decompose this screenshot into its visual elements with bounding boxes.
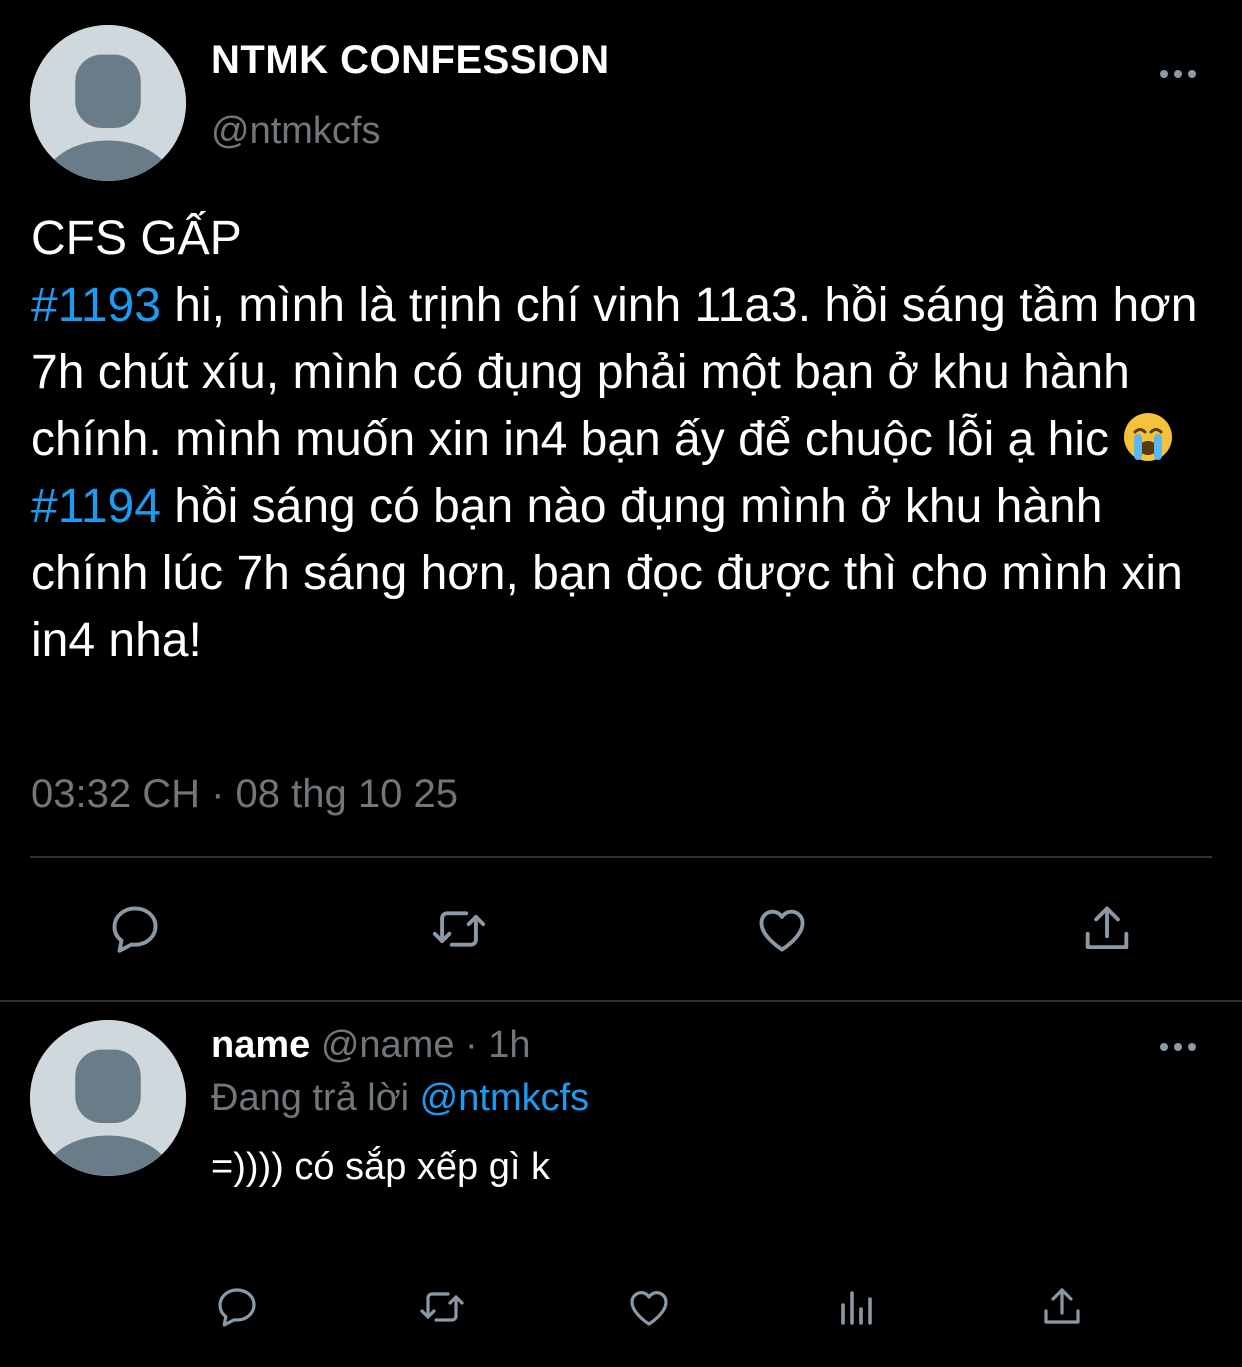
- retweet-icon: [432, 911, 486, 947]
- retweet-button[interactable]: [416, 1281, 468, 1333]
- reply-author-avatar[interactable]: [30, 1020, 186, 1176]
- replying-to-handle[interactable]: @ntmkcfs: [420, 1077, 589, 1119]
- reply-author-handle[interactable]: @name: [321, 1024, 455, 1066]
- divider: [30, 856, 1212, 858]
- reply-author-name[interactable]: name: [211, 1024, 310, 1066]
- author-avatar[interactable]: [30, 25, 186, 181]
- like-button[interactable]: [752, 899, 812, 959]
- reply-button[interactable]: [105, 899, 165, 959]
- author-name[interactable]: NTMK CONFESSION: [211, 38, 610, 83]
- share-button[interactable]: [1036, 1281, 1088, 1333]
- reply-icon: [112, 906, 158, 953]
- replying-to-label: Đang trả lời: [211, 1077, 420, 1119]
- tweet-title-line: CFS GẤP: [31, 212, 242, 265]
- post-1193: #1193 hi, mình là trịnh chí vinh 11a3. h…: [31, 272, 1221, 473]
- separator: ·: [454, 1024, 489, 1066]
- reply-time[interactable]: 1h: [488, 1024, 530, 1066]
- analytics-button[interactable]: [831, 1281, 883, 1333]
- default-avatar-icon: [30, 1020, 186, 1176]
- reply-text: =)))) có sắp xếp gì k: [211, 1146, 550, 1188]
- loudly-crying-face-icon: [1122, 411, 1174, 463]
- post-1194: #1194 hồi sáng có bạn nào đụng mình ở kh…: [31, 473, 1221, 674]
- post-text: hồi sáng có bạn nào đụng mình ở khu hành…: [31, 480, 1183, 667]
- reply-button[interactable]: [211, 1281, 263, 1333]
- more-options-icon[interactable]: [1160, 70, 1196, 78]
- reply-icon: [218, 1288, 256, 1327]
- share-button[interactable]: [1077, 899, 1137, 959]
- hashtag-link[interactable]: #1193: [31, 279, 161, 332]
- reply-header: name @name · 1h: [211, 1024, 531, 1067]
- replying-to: Đang trả lời @ntmkcfs: [211, 1077, 589, 1120]
- retweet-button[interactable]: [429, 899, 489, 959]
- hashtag-link[interactable]: #1194: [31, 480, 161, 533]
- share-icon: [1044, 1288, 1080, 1324]
- post-text: hi, mình là trịnh chí vinh 11a3. hồi sán…: [31, 279, 1198, 466]
- retweet-icon: [420, 1292, 464, 1322]
- default-avatar-icon: [30, 25, 186, 181]
- share-icon: [1085, 906, 1129, 950]
- divider: [0, 1000, 1242, 1002]
- like-icon: [759, 909, 805, 952]
- like-button[interactable]: [623, 1281, 675, 1333]
- tweet-text: CFS GẤP #1193 hi, mình là trịnh chí vinh…: [31, 205, 1221, 674]
- more-options-icon[interactable]: [1160, 1043, 1196, 1051]
- tweet-timestamp[interactable]: 03:32 CH · 08 thg 10 25: [31, 772, 458, 817]
- like-icon: [630, 1291, 668, 1326]
- author-handle[interactable]: @ntmkcfs: [211, 110, 380, 153]
- analytics-icon: [841, 1291, 872, 1325]
